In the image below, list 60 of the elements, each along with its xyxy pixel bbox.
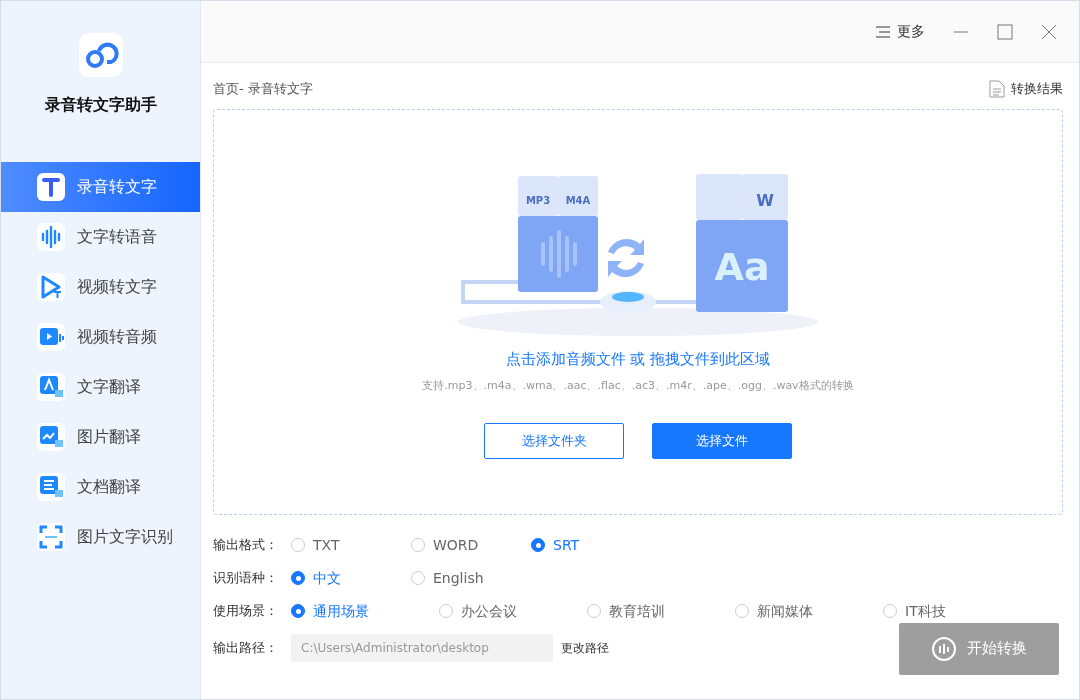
- radio-button[interactable]: [291, 571, 305, 585]
- close-icon: [1041, 23, 1057, 40]
- sidebar-item[interactable]: 视频转音频: [1, 312, 200, 362]
- radio-button[interactable]: [411, 538, 425, 552]
- sidebar-item[interactable]: 文字翻译: [1, 362, 200, 412]
- radio-button[interactable]: [587, 604, 601, 618]
- sound-wave-icon: [37, 223, 65, 251]
- option-label: 识别语种：: [213, 569, 279, 588]
- option-label: 输出格式：: [213, 536, 279, 555]
- conversion-drawing: MP3 M4A W Aa: [448, 171, 828, 342]
- document-icon: [989, 79, 1005, 98]
- app-logo-icon: [78, 33, 123, 77]
- more-menu-button[interactable]: 更多: [875, 21, 925, 42]
- convert-icon: [931, 635, 957, 662]
- radio-button[interactable]: [883, 604, 897, 618]
- supported-formats-text: 支持.mp3、.m4a、.wma、.aac、.flac、.ac3、.m4r、.ape、.ogg、.wav格式的转换: [422, 378, 854, 394]
- radio-option[interactable]: English: [411, 567, 501, 589]
- breadcrumb: 首页- 录音转文字: [213, 80, 313, 98]
- radio-option[interactable]: 新闻媒体: [735, 600, 853, 622]
- sidebar-item[interactable]: 图片翻译: [1, 412, 200, 462]
- minimize-icon: [953, 30, 969, 33]
- radio-button[interactable]: [439, 604, 453, 618]
- drop-zone[interactable]: MP3 M4A W Aa 点击添加音频文件 或 拖拽文件到此区域 支持.mp3、.m4a、.wma、.aac、.flac、.ac3、.m4r、.ape、.ogg、.wav格式的转换 选择文件夹 选择文件: [213, 108, 1063, 515]
- radio-option[interactable]: TXT: [291, 534, 381, 556]
- radio-button[interactable]: [531, 538, 545, 552]
- radio-button[interactable]: [411, 571, 425, 585]
- results-link[interactable]: 转换结果: [989, 79, 1063, 99]
- document-translate-icon: [37, 473, 65, 501]
- play-icon: [37, 273, 65, 301]
- drop-prompt: 点击添加音频文件 或 拖拽文件到此区域: [505, 348, 771, 370]
- select-folder-button[interactable]: 选择文件夹: [484, 422, 624, 459]
- maximize-icon: [997, 23, 1013, 40]
- sidebar-item[interactable]: 文字转语音: [1, 212, 200, 262]
- radio-button[interactable]: [291, 538, 305, 552]
- image-translate-icon: [37, 423, 65, 451]
- scan-icon: [37, 523, 65, 551]
- change-path-link[interactable]: 更改路径: [561, 638, 609, 657]
- radio-option[interactable]: 通用场景: [291, 600, 409, 622]
- text-translate-icon: [37, 373, 65, 401]
- option-label: 使用场景：: [213, 602, 279, 621]
- radio-option[interactable]: IT科技: [883, 600, 1001, 622]
- menu-icon: [875, 24, 891, 39]
- close-button[interactable]: [1041, 23, 1057, 40]
- radio-option[interactable]: WORD: [411, 534, 501, 556]
- field-label: 输出路径：: [213, 638, 279, 657]
- app-title: 录音转文字助手: [43, 94, 158, 116]
- video-icon: [37, 323, 65, 351]
- sidebar-item[interactable]: 视频转文字: [1, 262, 200, 312]
- select-file-button[interactable]: 选择文件: [652, 422, 792, 459]
- sidebar-item[interactable]: 文档翻译: [1, 462, 200, 512]
- radio-button[interactable]: [735, 604, 749, 618]
- radio-option[interactable]: 中文: [291, 567, 381, 589]
- maximize-button[interactable]: [997, 23, 1013, 40]
- radio-button[interactable]: [291, 604, 305, 618]
- radio-option[interactable]: 办公会议: [439, 600, 557, 622]
- radio-option[interactable]: 教育培训: [587, 600, 705, 622]
- radio-option[interactable]: SRT: [531, 534, 621, 556]
- sidebar-item[interactable]: 录音转文字: [1, 162, 200, 212]
- letter-t-icon: [37, 173, 65, 201]
- sidebar-item[interactable]: 图片文字识别: [1, 512, 200, 562]
